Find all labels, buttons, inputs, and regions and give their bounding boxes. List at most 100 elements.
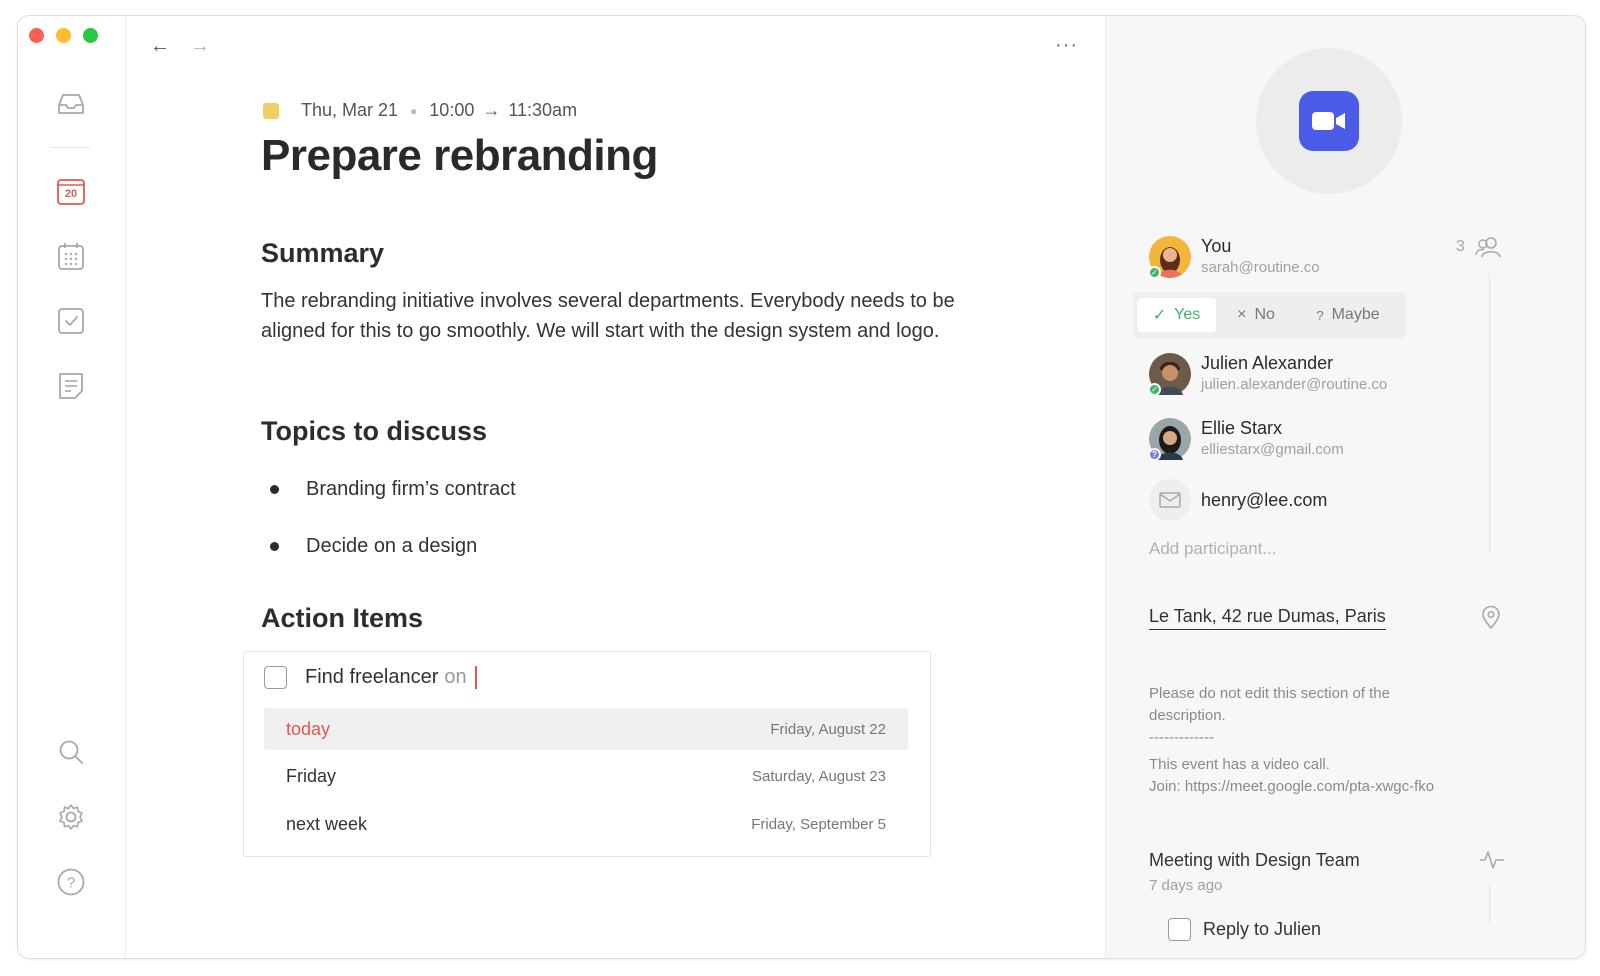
video-camera-icon	[1312, 112, 1345, 130]
text-cursor	[474, 666, 477, 689]
topics-heading: Topics to discuss	[261, 416, 488, 446]
participant-you[interactable]: ✓ You sarah@routine.co	[1148, 235, 1320, 279]
topic-text: Branding firm’s contract	[306, 478, 516, 500]
participant-name: Julien Alexander	[1201, 353, 1334, 373]
svg-text:?: ?	[67, 875, 75, 892]
rsvp-selector: ✓ Yes × No ? Maybe	[1133, 292, 1406, 338]
event-detail: ← → ··· Thu, Mar 21 ● 10:00 → 11:30am Pr…	[125, 16, 1105, 958]
action-item-input[interactable]: Find freelancer on	[264, 666, 477, 689]
app-window: 20 ? ← → ··· Thu, Mar 21 ● 10:00 → 11:30…	[17, 15, 1586, 959]
participant-email: julien.alexander@routine.co	[1201, 376, 1388, 393]
date-suggestion-today[interactable]: today Friday, August 22	[264, 708, 908, 750]
back-arrow-icon[interactable]: ←	[148, 34, 172, 58]
suggestion-date: Saturday, August 23	[752, 767, 886, 785]
calendar-day-number: 20	[64, 188, 78, 200]
reply-task-checkbox[interactable]	[1168, 918, 1191, 941]
tasks-icon[interactable]	[55, 305, 87, 337]
accepted-status-icon: ✓	[1148, 383, 1161, 396]
more-options-icon[interactable]: ···	[1055, 34, 1078, 57]
avatar: ✓	[1148, 236, 1191, 279]
summary-text[interactable]: The rebranding initiative involves sever…	[261, 286, 981, 346]
mail-icon	[1149, 479, 1191, 521]
accepted-status-icon: ✓	[1148, 266, 1161, 279]
event-datetime[interactable]: Thu, Mar 21 ● 10:00 → 11:30am	[263, 100, 577, 121]
summary-heading: Summary	[261, 238, 385, 268]
video-call-button[interactable]	[1299, 91, 1359, 151]
calendar-today-icon[interactable]: 20	[55, 175, 87, 207]
rsvp-no-button[interactable]: × No	[1221, 298, 1291, 332]
reply-task[interactable]: Reply to Julien	[1168, 918, 1321, 941]
rsvp-no-label: No	[1254, 306, 1275, 323]
rsvp-yes-label: Yes	[1174, 306, 1201, 323]
date-trigger-text: on	[444, 666, 467, 688]
close-window-button[interactable]	[29, 28, 44, 43]
maybe-status-icon: ?	[1148, 448, 1161, 461]
description-line: description.	[1149, 707, 1226, 724]
forward-arrow-icon[interactable]: →	[188, 34, 212, 58]
description-line: Please do not edit this section of the	[1149, 685, 1390, 702]
sidebar: 20 ?	[18, 16, 126, 958]
cross-icon: ×	[1237, 306, 1247, 323]
suggestion-label: today	[286, 718, 331, 739]
topic-list-item[interactable]: Decide on a design	[270, 535, 477, 558]
people-icon	[1475, 237, 1501, 258]
action-item-text[interactable]: Find freelancer	[305, 666, 438, 689]
reply-task-label: Reply to Julien	[1203, 919, 1322, 939]
activity-time: 7 days ago	[1149, 877, 1223, 894]
bullet-icon	[270, 485, 279, 494]
inbox-icon[interactable]	[55, 88, 87, 120]
sidebar-divider	[52, 147, 90, 148]
search-icon[interactable]	[55, 736, 87, 768]
zoom-window-button[interactable]	[83, 28, 98, 43]
participant-count-value: 3	[1456, 238, 1465, 255]
suggestion-date: Friday, September 5	[751, 815, 886, 833]
activity-pulse-icon	[1479, 849, 1505, 876]
participant-email: elliestarx@gmail.com	[1201, 441, 1344, 458]
rsvp-yes-button[interactable]: ✓ Yes	[1137, 298, 1216, 332]
participant-count[interactable]: 3	[1456, 235, 1503, 259]
invitee-email: henry@lee.com	[1201, 490, 1328, 510]
description-line: This event has a video call.	[1149, 756, 1330, 773]
related-activity[interactable]: Meeting with Design Team 7 days ago	[1149, 850, 1360, 894]
rsvp-maybe-button[interactable]: ? Maybe	[1298, 298, 1398, 332]
avatar: ?	[1148, 418, 1191, 461]
help-icon[interactable]: ?	[55, 866, 87, 898]
bullet-icon	[270, 542, 279, 551]
topic-text: Decide on a design	[306, 535, 478, 557]
participant-email: sarah@routine.co	[1201, 259, 1320, 276]
add-participant-input[interactable]: Add participant...	[1149, 539, 1277, 559]
calendar-grid-icon[interactable]	[55, 240, 87, 272]
participant-ellie[interactable]: ? Ellie Starx elliestarx@gmail.com	[1148, 417, 1344, 461]
suggestion-label: next week	[286, 813, 368, 834]
action-item-checkbox[interactable]	[264, 666, 287, 689]
activity-rail	[1489, 884, 1490, 924]
location-pin-icon[interactable]	[1481, 605, 1501, 635]
event-title[interactable]: Prepare rebranding	[261, 131, 658, 181]
topic-list-item[interactable]: Branding firm’s contract	[270, 478, 516, 501]
time-arrow-icon: →	[482, 100, 501, 120]
event-date: Thu, Mar 21	[301, 100, 399, 120]
rsvp-maybe-label: Maybe	[1331, 306, 1380, 323]
participants-rail	[1489, 274, 1490, 552]
separator-dot: ●	[410, 103, 418, 118]
event-side-panel: 3 ✓ You sarah@routine.co ✓ Yes × No ? Ma…	[1105, 16, 1585, 958]
participant-invitee[interactable]: henry@lee.com	[1149, 479, 1327, 521]
suggestion-label: Friday	[286, 765, 337, 786]
notes-icon[interactable]	[55, 370, 87, 402]
date-suggestion-next-week[interactable]: next week Friday, September 5	[264, 803, 908, 845]
action-item-editor: Find freelancer on today Friday, August …	[243, 651, 931, 857]
location-field[interactable]: Le Tank, 42 rue Dumas, Paris	[1149, 606, 1386, 630]
description-link[interactable]: Join: https://meet.google.com/pta-xwgc-f…	[1149, 776, 1434, 798]
gear-icon[interactable]	[55, 801, 87, 833]
minimize-window-button[interactable]	[56, 28, 71, 43]
date-suggestion-friday[interactable]: Friday Saturday, August 23	[264, 755, 908, 797]
participant-julien[interactable]: ✓ Julien Alexander julien.alexander@rout…	[1148, 352, 1388, 396]
avatar: ✓	[1148, 353, 1191, 396]
activity-title: Meeting with Design Team	[1149, 850, 1360, 870]
suggestion-date: Friday, August 22	[770, 720, 886, 738]
action-items-heading: Action Items	[261, 603, 424, 633]
question-icon: ?	[1316, 307, 1324, 323]
event-color-chip[interactable]	[263, 102, 279, 119]
description-divider: -------------	[1149, 729, 1214, 746]
check-icon: ✓	[1152, 307, 1167, 324]
